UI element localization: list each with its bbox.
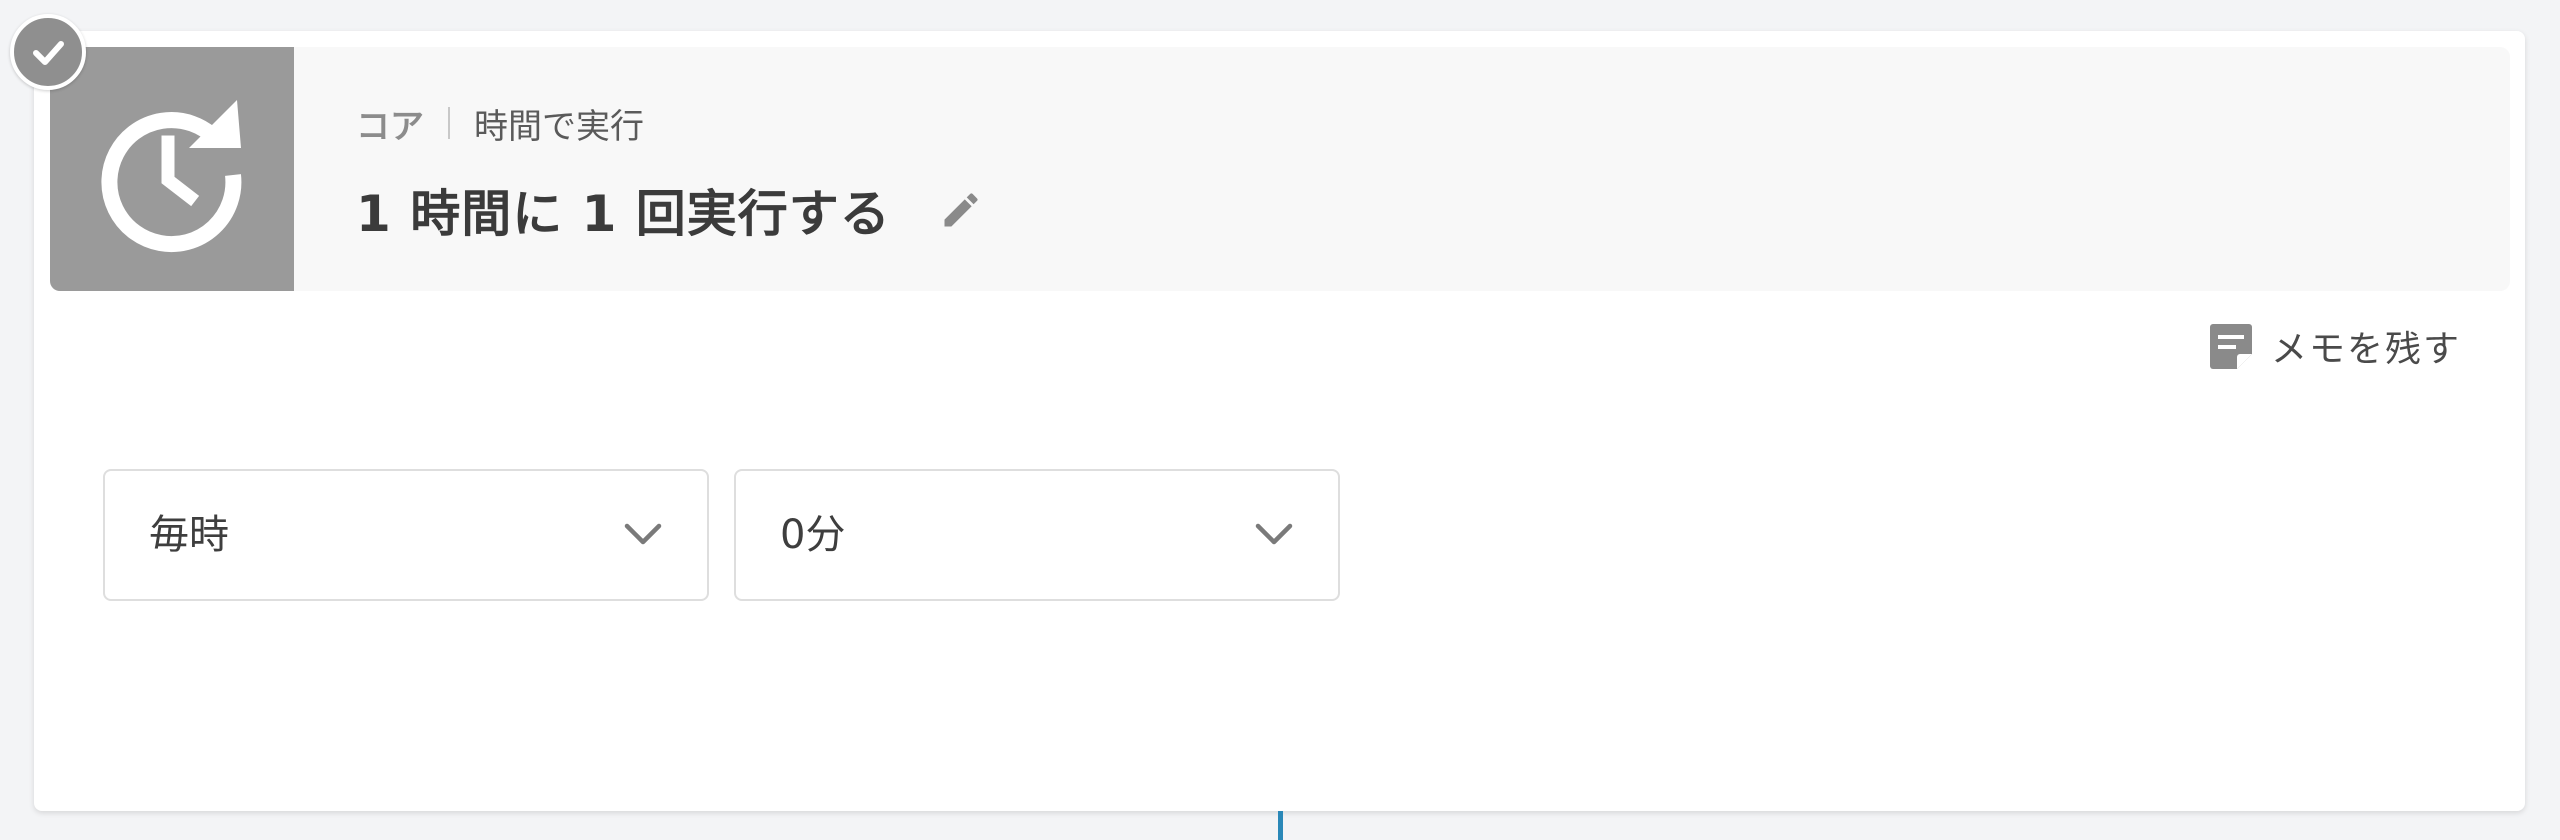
step-header: コア 時間で実行 1 時間に 1 回実行する — [50, 47, 2510, 291]
step-title: 1 時間に 1 回実行する — [356, 185, 891, 243]
breadcrumb-divider — [448, 107, 450, 139]
minute-value: 0分 — [780, 512, 846, 558]
chevron-down-icon — [1255, 523, 1293, 545]
edit-title-button[interactable] — [935, 184, 987, 236]
clock-repeat-icon — [101, 100, 242, 253]
trigger-name: 時間で実行 — [474, 106, 644, 147]
note-icon — [2209, 324, 2252, 369]
title-row: 1 時間に 1 回実行する — [356, 175, 987, 245]
flow-connector-line — [1278, 811, 1283, 840]
breadcrumb: コア 時間で実行 — [356, 101, 644, 147]
leave-memo-button[interactable]: メモを残す — [2209, 316, 2461, 376]
app-icon-tile — [50, 47, 294, 291]
checkmark-icon — [33, 41, 64, 65]
pencil-icon — [944, 193, 978, 227]
frequency-value: 毎時 — [149, 512, 229, 558]
category-label: コア — [356, 106, 424, 147]
frequency-select[interactable]: 毎時 — [103, 469, 709, 601]
completed-check-badge — [10, 14, 86, 90]
chevron-down-icon — [624, 523, 662, 545]
minute-select[interactable]: 0分 — [734, 469, 1340, 601]
trigger-step-card: コア 時間で実行 1 時間に 1 回実行する メモを残す 毎時 0分 — [34, 31, 2525, 811]
memo-label: メモを残す — [2270, 329, 2461, 370]
